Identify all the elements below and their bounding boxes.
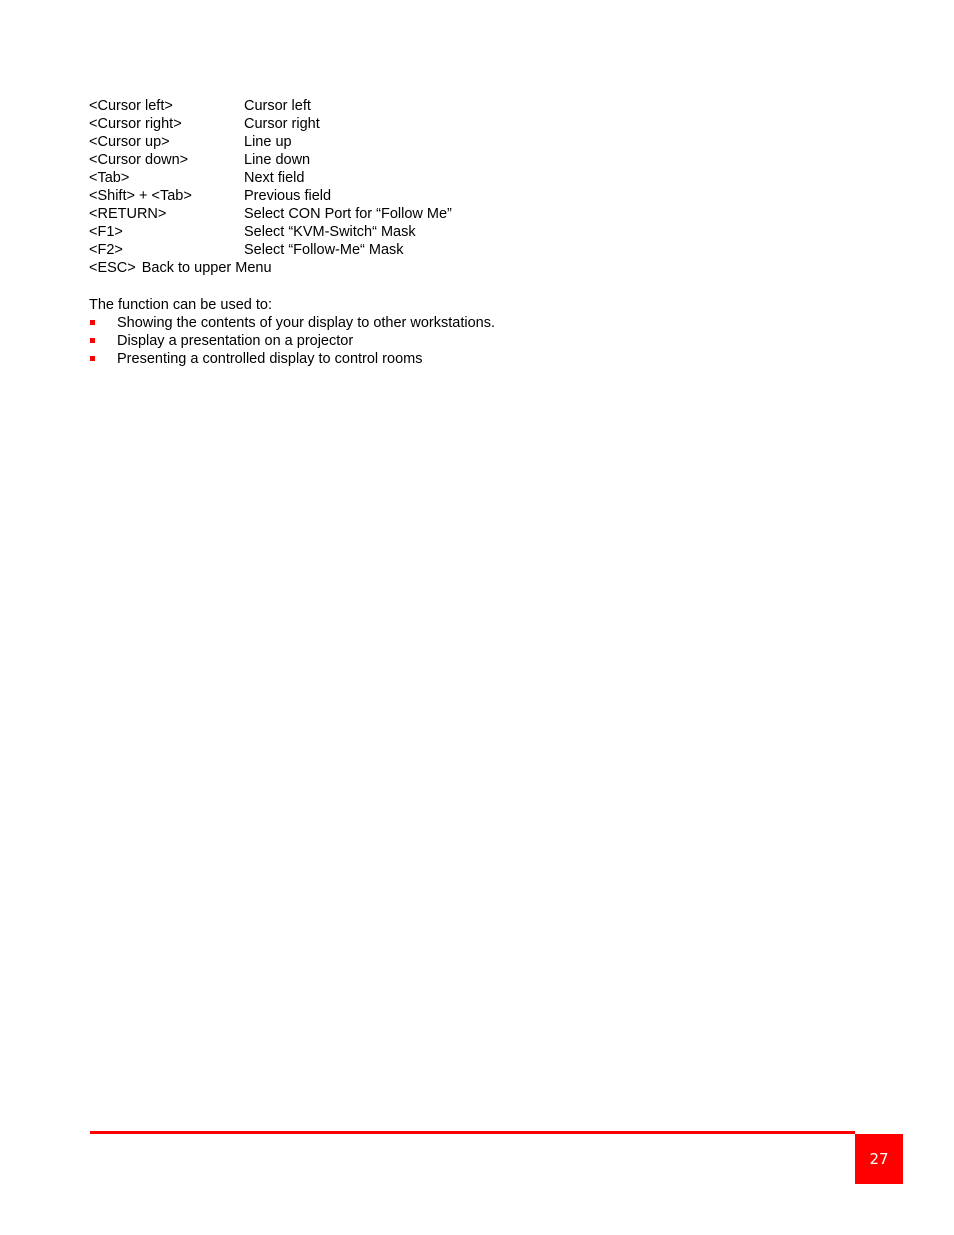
key-binding-action: Select “Follow-Me“ Mask	[244, 242, 404, 258]
key-binding-row: <Tab> Next field	[89, 169, 452, 187]
key-binding-key: <ESC>	[89, 260, 136, 276]
key-binding-row: <F1> Select “KVM-Switch“ Mask	[89, 223, 452, 241]
intro-paragraph: The function can be used to:	[89, 297, 272, 313]
key-binding-action: Line up	[244, 134, 292, 150]
key-binding-key: <Cursor up>	[89, 134, 170, 150]
key-binding-table: <Cursor left> Cursor left <Cursor right> C…	[89, 97, 452, 277]
key-binding-key: <Cursor down>	[89, 152, 189, 168]
key-binding-action: Select “KVM-Switch“ Mask	[244, 224, 416, 240]
list-item: Presenting a controlled display to contr…	[89, 350, 495, 368]
list-item: Display a presentation on a projector	[89, 332, 495, 350]
key-binding-row: <Shift> + <Tab> Previous field	[89, 187, 452, 205]
key-binding-key: <F1>	[89, 224, 123, 240]
key-binding-row: <Cursor up> Line up	[89, 133, 452, 151]
document-page: <Cursor left> Cursor left <Cursor right> C…	[0, 0, 954, 1235]
key-binding-row: <F2> Select “Follow-Me“ Mask	[89, 241, 452, 259]
list-item-label: Presenting a controlled display to contr…	[117, 351, 423, 367]
key-binding-key: <Tab>	[89, 170, 130, 186]
footer-divider	[90, 1131, 855, 1134]
key-binding-key: <RETURN>	[89, 206, 167, 222]
key-binding-action: Previous field	[244, 188, 332, 204]
key-binding-key: <Shift> + <Tab>	[89, 188, 192, 204]
key-binding-action: Line down	[244, 152, 311, 168]
key-binding-row: <Cursor right> Cursor right	[89, 115, 452, 133]
list-item-label: Showing the contents of your display to …	[117, 315, 496, 331]
key-binding-action: Cursor right	[244, 116, 320, 132]
page-number-badge: 27	[855, 1134, 903, 1184]
key-binding-key: <F2>	[89, 242, 123, 258]
key-binding-row: <RETURN> Select CON Port for “Follow Me”	[89, 205, 452, 223]
key-binding-key: <Cursor right>	[89, 116, 182, 132]
square-bullet-icon	[90, 356, 95, 361]
list-item-label: Display a presentation on a projector	[117, 333, 354, 349]
key-binding-action: Cursor left	[244, 98, 311, 114]
key-binding-row: <Cursor down> Line down	[89, 151, 452, 169]
square-bullet-icon	[90, 320, 95, 325]
key-binding-row: <ESC> Back to upper Menu	[89, 259, 452, 277]
list-item: Showing the contents of your display to …	[89, 314, 495, 332]
key-binding-action: Back to upper Menu	[141, 260, 272, 276]
key-binding-row: <Cursor left> Cursor left	[89, 97, 452, 115]
key-binding-action: Next field	[244, 170, 305, 186]
key-binding-action: Select CON Port for “Follow Me”	[244, 206, 452, 222]
usage-bullet-list: Showing the contents of your display to …	[89, 314, 495, 368]
square-bullet-icon	[90, 338, 95, 343]
page-number-label: 27	[869, 1150, 889, 1168]
key-binding-key: <Cursor left>	[89, 98, 173, 114]
